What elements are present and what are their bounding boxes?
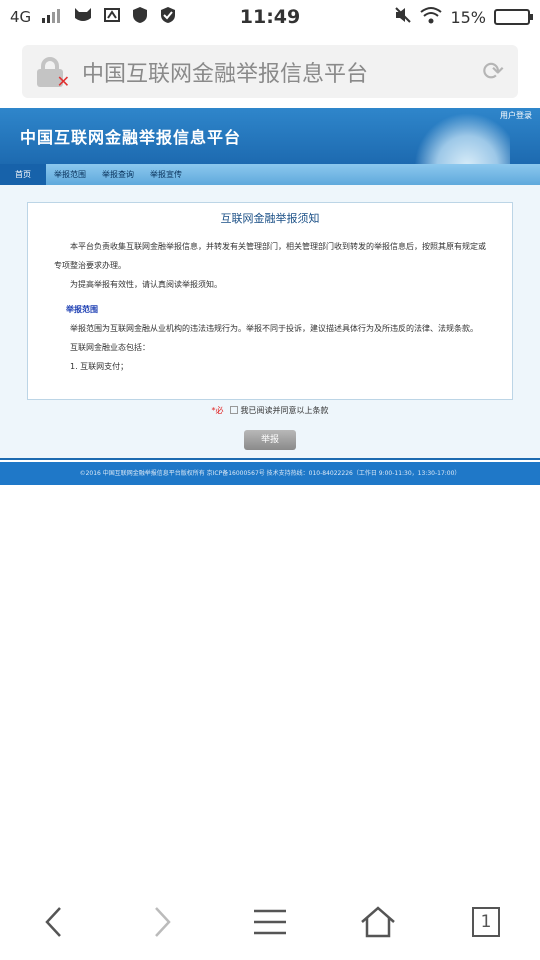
address-title[interactable]: 中国互联网金融举报信息平台 — [82, 56, 368, 88]
address-bar[interactable]: ✕ 中国互联网金融举报信息平台 ⟳ — [22, 45, 518, 98]
report-button[interactable]: 举报 — [244, 430, 296, 450]
notice-title: 互联网金融举报须知 — [220, 212, 320, 225]
back-icon[interactable] — [24, 892, 84, 952]
battery-icon — [494, 9, 533, 25]
site-nav: 首页 举报范围 举报查询 举报宣传 — [0, 164, 540, 185]
notice-paragraph: 1. 互联网支付； — [70, 362, 129, 371]
tab-count[interactable]: 1 — [472, 907, 500, 937]
section-title: 举报范围 — [66, 305, 98, 314]
insecure-lock-icon[interactable]: ✕ — [36, 56, 70, 91]
notice-paragraph: 举报范围为互联网金融从业机构的违法违规行为。举报不同于投诉，建议描述具体行为及所… — [70, 324, 478, 333]
nav-item-scope[interactable]: 举报范围 — [46, 164, 94, 185]
clock: 11:49 — [239, 6, 301, 28]
footer-divider — [0, 458, 540, 460]
site-footer: ©2016 中国互联网金融举报信息平台版权所有 京ICP备16000567号 技… — [0, 462, 540, 485]
notice-paragraph: 本平台负责收集互联网金融举报信息，并转发有关管理部门，相关管理部门收到转发的举报… — [54, 242, 486, 270]
forward-icon[interactable] — [132, 892, 192, 952]
menu-icon[interactable] — [240, 892, 300, 952]
notice-paragraph: 互联网金融业态包括： — [70, 343, 150, 352]
nav-item-home[interactable]: 首页 — [0, 164, 46, 185]
home-icon[interactable] — [348, 892, 408, 952]
status-bar: 4G 11:49 15% — [0, 0, 540, 34]
site-header: 中国互联网金融举报信息平台 用户登录 — [0, 108, 540, 164]
notice-paragraph: 为提高举报有效性，请认真阅读举报须知。 — [70, 280, 222, 289]
browser-bottom-nav: 1 — [0, 890, 540, 954]
globe-banner-image — [415, 112, 510, 164]
agree-checkbox[interactable] — [229, 406, 238, 414]
reload-icon[interactable]: ⟳ — [482, 57, 504, 87]
agree-row: *必 我已阅读并同意以上条款 — [0, 405, 540, 416]
nav-item-publicity[interactable]: 举报宣传 — [142, 164, 190, 185]
login-link[interactable]: 用户登录 — [500, 110, 532, 121]
site-title: 中国互联网金融举报信息平台 — [20, 128, 242, 147]
notice-box[interactable]: 互联网金融举报须知 本平台负责收集互联网金融举报信息，并转发有关管理部门，相关管… — [27, 202, 513, 400]
required-mark: *必 — [211, 406, 224, 415]
agree-label[interactable]: 我已阅读并同意以上条款 — [241, 406, 329, 415]
tabs-icon[interactable]: 1 — [456, 892, 516, 952]
nav-item-query[interactable]: 举报查询 — [94, 164, 142, 185]
